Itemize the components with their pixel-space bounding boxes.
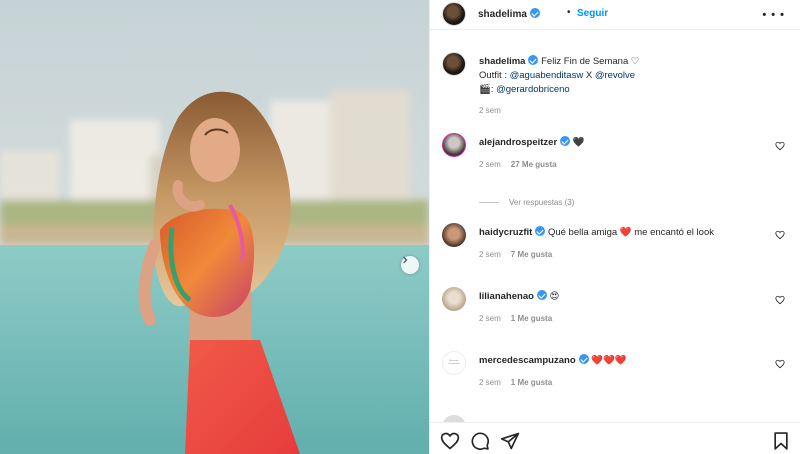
comment-item: haidycruzfit Qué bella amiga ❤️ me encan… [442,223,787,263]
avatar-logo-text: Mercedes Campuzano [448,360,460,365]
comment-likes[interactable]: 7 Me gusta [511,250,552,259]
avatar[interactable] [442,287,466,311]
verified-badge-icon [529,8,540,18]
comment-text: haidycruzfit Qué bella amiga ❤️ me encan… [479,226,769,240]
mention-link[interactable]: @revolve [595,70,635,81]
avatar[interactable] [442,415,466,422]
caption-username[interactable]: shadelima [479,56,525,67]
comment-likes[interactable]: 1 Me gusta [511,314,552,323]
author-username-text[interactable]: shadelima [478,9,527,20]
mention-link[interactable]: @gerardobriceno [496,84,570,95]
caption-outfit-prefix: Outfit : [479,70,510,81]
comment-time[interactable]: 2 sem [479,378,501,387]
post-photo[interactable] [0,0,429,454]
share-icon[interactable] [500,431,520,451]
instagram-post-view: shadelima • Seguir • • • shadelima Feliz… [0,0,800,454]
avatar[interactable] [442,2,466,26]
comment-item: Mercedes Campuzano mercedescampuzano ❤️❤… [442,351,787,391]
verified-badge-icon [536,290,547,300]
verified-badge-icon [535,226,546,236]
comment-text: lilianahenao 😍 [479,290,769,304]
comment-body: 😍 [549,291,560,302]
avatar[interactable]: Mercedes Campuzano [442,351,466,375]
camera-emoji: 🎬 [479,84,491,95]
replies-divider [479,202,499,203]
heart-icon[interactable] [775,230,785,240]
post-author-username[interactable]: shadelima [478,8,540,20]
heart-icon[interactable] [775,295,785,305]
comment-time[interactable]: 2 sem [479,314,501,323]
comment-text: mercedescampuzano ❤️❤️❤️ [479,354,769,368]
caption-line1: Feliz Fin de Semana ♡ [541,56,640,67]
avatar[interactable] [442,223,466,247]
comment-text: alejandrospeitzer 🖤 [479,136,769,150]
comment-likes[interactable]: 27 Me gusta [511,160,557,169]
comment-item: lilianahenao 😍 2 sem 1 Me gusta [442,287,787,327]
caption-joiner: X [583,70,595,81]
comment-time[interactable]: 2 sem [479,250,501,259]
comment-username[interactable]: lilianahenao [479,291,534,302]
caption: shadelima Feliz Fin de Semana ♡ Outfit :… [442,52,787,122]
post-header: shadelima • Seguir • • • [430,0,800,30]
avatar[interactable] [442,52,466,76]
view-replies-button[interactable]: Ver respuestas (3) [479,198,574,207]
comments-list[interactable]: shadelima Feliz Fin de Semana ♡ Outfit :… [430,30,800,422]
comment-username[interactable]: alejandrospeitzer [479,137,557,148]
comment-meta: 2 sem 27 Me gusta [479,160,557,169]
more-horizontal-icon[interactable]: • • • [762,9,785,21]
caption-text: shadelima Feliz Fin de Semana ♡ Outfit :… [479,55,640,95]
bookmark-icon[interactable] [771,431,791,451]
follow-button[interactable]: Seguir [577,8,608,19]
comment-body: ❤️❤️❤️ [591,355,627,366]
comment-icon[interactable] [470,431,490,451]
next-photo-button[interactable] [401,256,419,274]
comment-meta: 2 sem 7 Me gusta [479,250,552,259]
heart-icon[interactable] [440,431,460,451]
post-side-panel: shadelima • Seguir • • • shadelima Feliz… [429,0,800,454]
comment-body: 🖤 [572,137,585,148]
comment-item-partial [442,415,787,422]
view-replies-label: Ver respuestas (3) [509,198,575,207]
verified-badge-icon [560,136,571,146]
comment-meta: 2 sem 1 Me gusta [479,378,552,387]
comment-body: Qué bella amiga ❤️ me encantó el look [547,227,714,238]
comment-likes[interactable]: 1 Me gusta [511,378,552,387]
comment-time[interactable]: 2 sem [479,160,501,169]
comment-meta: 2 sem 1 Me gusta [479,314,552,323]
caption-meta: 2 sem [479,106,501,115]
post-actions-bar [430,422,800,454]
avatar[interactable] [442,133,466,157]
verified-badge-icon [578,354,589,364]
comment-item: alejandrospeitzer 🖤 2 sem 27 Me gusta [442,133,787,173]
caption-time[interactable]: 2 sem [479,106,501,115]
heart-icon[interactable] [775,141,785,151]
mention-link[interactable]: @aguabenditasw [510,70,584,81]
comment-username[interactable]: mercedescampuzano [479,355,576,366]
verified-badge-icon [528,55,539,65]
heart-icon[interactable] [775,359,785,369]
comment-username[interactable]: haidycruzfit [479,227,532,238]
photo-illustration [0,0,429,454]
header-separator: • [567,7,571,18]
